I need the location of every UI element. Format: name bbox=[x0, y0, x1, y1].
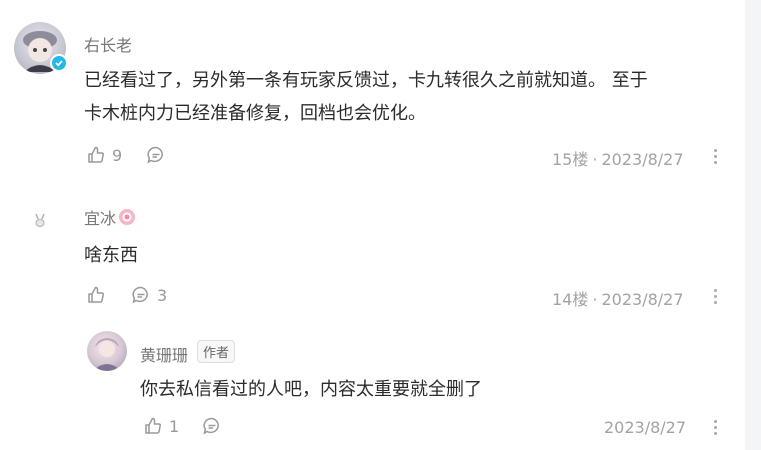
comment-content-line: 已经看过了，另外第一条有玩家反馈过，卡九转很久之前就知道。 至于 bbox=[84, 70, 648, 91]
like-button[interactable]: 1 bbox=[143, 416, 179, 436]
like-count: 1 bbox=[169, 416, 180, 436]
avatar-image bbox=[93, 338, 121, 371]
comment-icon bbox=[147, 146, 163, 164]
decoration-badge-icon bbox=[119, 209, 136, 225]
meta-separator: · bbox=[592, 290, 598, 309]
reply-button[interactable] bbox=[146, 145, 166, 165]
reply-date: 2023/8/27 bbox=[604, 418, 687, 437]
like-button[interactable]: 9 bbox=[86, 145, 122, 165]
reply-button[interactable] bbox=[202, 416, 222, 436]
comment-content-line: 卡木桩内力已经准备修复，回档也会优化。 bbox=[84, 103, 426, 124]
username-text: 宜冰 bbox=[84, 209, 117, 228]
author-tag: 作者 bbox=[197, 340, 236, 363]
comment-date: 2023/8/27 bbox=[601, 290, 684, 309]
reply-content: 你去私信看过的人吧，内容太重要就全删了 bbox=[140, 379, 482, 400]
comment-username[interactable]: 宜冰 bbox=[84, 205, 136, 229]
thumbs-up-icon bbox=[145, 417, 161, 434]
more-options-icon[interactable] bbox=[714, 149, 718, 164]
comment-content: 啥东西 bbox=[84, 245, 138, 266]
avatar-image bbox=[35, 213, 45, 227]
thumbs-up-icon bbox=[88, 146, 104, 163]
more-options-icon[interactable] bbox=[714, 420, 718, 435]
comment-meta: 14楼 · 2023/8/27 bbox=[552, 286, 684, 310]
comment-meta: 15楼 · 2023/8/27 bbox=[552, 146, 684, 170]
comment-icon bbox=[132, 286, 148, 304]
more-options-icon[interactable] bbox=[714, 289, 718, 304]
reply-count: 3 bbox=[157, 285, 168, 305]
floor-number: 15楼 bbox=[552, 150, 589, 169]
meta-separator: · bbox=[592, 150, 598, 169]
like-button[interactable] bbox=[86, 285, 112, 305]
comment-icon bbox=[203, 417, 219, 435]
reply-username[interactable]: 黄珊珊 bbox=[140, 342, 188, 366]
reply-meta: 2023/8/27 bbox=[604, 418, 686, 437]
comment-date: 2023/8/27 bbox=[601, 150, 684, 169]
scrollbar-track[interactable] bbox=[745, 0, 761, 450]
avatar[interactable] bbox=[28, 208, 52, 232]
like-count: 9 bbox=[112, 145, 123, 165]
floor-number: 14楼 bbox=[552, 290, 589, 309]
verified-badge-icon bbox=[50, 54, 68, 72]
reply-button[interactable]: 3 bbox=[131, 285, 167, 305]
comment-username[interactable]: 右长老 bbox=[84, 32, 132, 56]
avatar[interactable] bbox=[87, 331, 127, 371]
thumbs-up-icon bbox=[88, 286, 104, 303]
comment-content: 已经看过了，另外第一条有玩家反馈过，卡九转很久之前就知道。 至于 卡木桩内力已经… bbox=[84, 64, 648, 130]
